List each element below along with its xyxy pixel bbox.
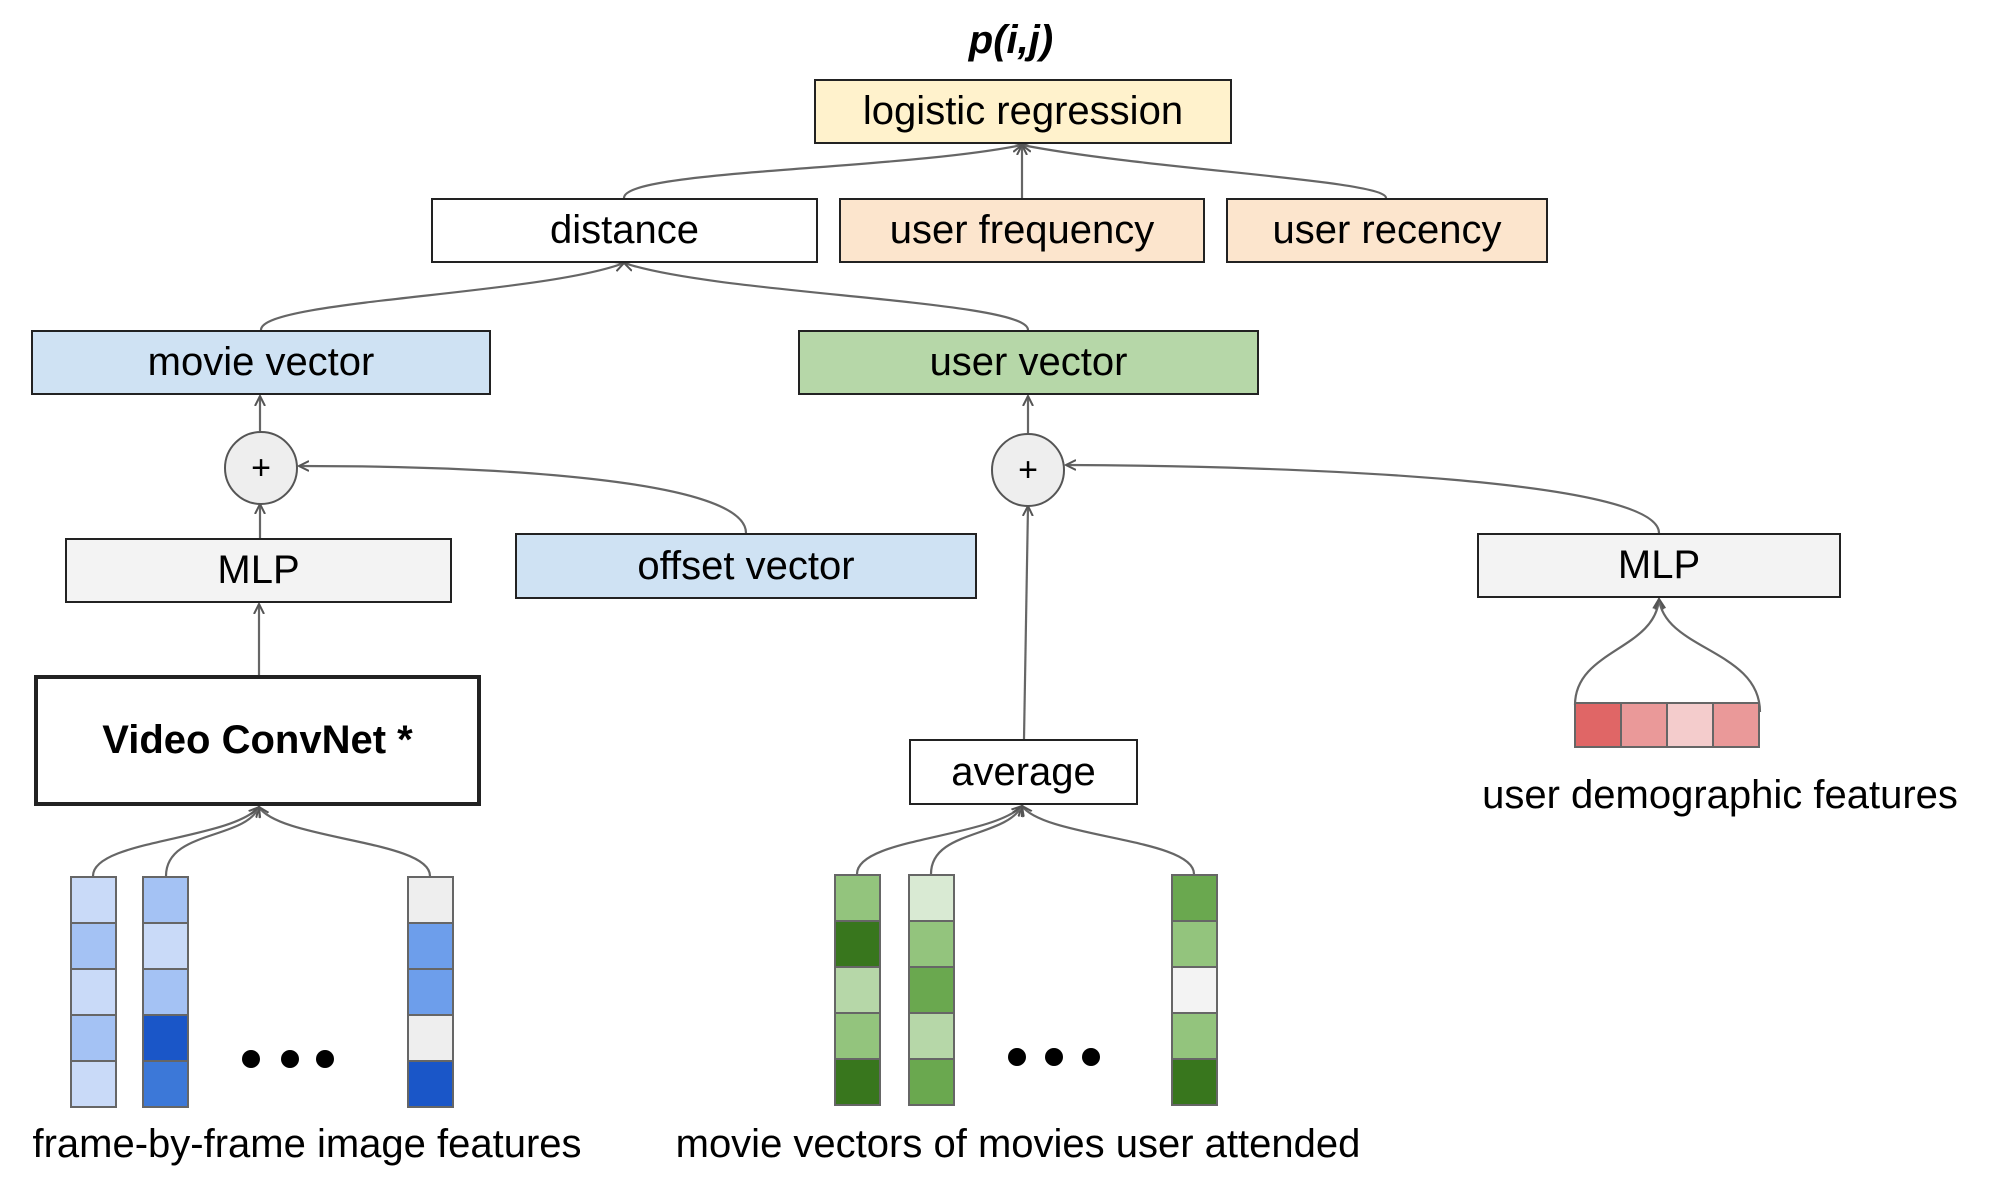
edge-mlp-right-to-plus-right: [1066, 465, 1661, 534]
logistic-regression-node: logistic regression: [814, 79, 1232, 144]
average-label: average: [951, 749, 1096, 794]
movie-vector-cell: [908, 1058, 955, 1106]
edge-movievec1-to-average: [855, 806, 1022, 875]
logistic-regression-label: logistic regression: [862, 89, 1184, 133]
movie-vector-cell: [1171, 920, 1218, 968]
edge-recency-to-logistic: [1022, 145, 1388, 199]
mlp-right-label: MLP: [1617, 543, 1701, 587]
movie-vector-cell: [1171, 874, 1218, 922]
offset-vector-node: offset vector: [515, 533, 977, 599]
frame-feature-cell: [407, 1014, 454, 1062]
movie-vectors-label: movie vectors of movies user attended: [675, 1122, 1361, 1166]
frame-feature-cell: [142, 1014, 189, 1062]
movie-vector-cell: [908, 920, 955, 968]
user-recency-label: user recency: [1272, 208, 1502, 252]
demographic-feature-cell: [1712, 702, 1760, 748]
sum-node-left: +: [224, 431, 298, 505]
frame-feature-cell: [142, 1060, 189, 1108]
edge-frame1-to-convnet: [91, 807, 259, 877]
frame-feature-cell: [142, 968, 189, 1016]
ellipsis-dot: [316, 1050, 334, 1068]
movie-vector-cell: [834, 874, 881, 922]
mlp-left-node: MLP: [65, 538, 452, 603]
video-convnet-label: Video ConvNet *: [102, 718, 413, 762]
demographic-feature-cell: [1666, 702, 1714, 748]
movie-vector-node: movie vector: [31, 330, 491, 395]
frame-feature-cell: [142, 876, 189, 924]
movie-vector-cell: [1171, 966, 1218, 1014]
ellipsis-dot: [1082, 1048, 1100, 1066]
edge-offset-to-plus-left: [299, 466, 748, 534]
movie-vector-cell: [834, 920, 881, 968]
user-frequency-node: user frequency: [839, 198, 1205, 263]
movie-vector-cell: [1171, 1058, 1218, 1106]
movie-vector-cell: [834, 1058, 881, 1106]
edge-movievec3-to-average: [1022, 806, 1196, 875]
movie-vector-cell: [834, 966, 881, 1014]
plus-icon: +: [251, 448, 271, 487]
edge-user-vector-to-distance: [624, 263, 1030, 331]
edge-frame3-to-convnet: [259, 807, 432, 877]
ellipsis-dot: [242, 1050, 260, 1068]
movie-vector-cell: [908, 1012, 955, 1060]
frame-feature-cell: [70, 968, 117, 1016]
sum-node-right: +: [991, 433, 1065, 507]
demographic-features-label: user demographic features: [1482, 773, 1958, 817]
frame-feature-cell: [407, 968, 454, 1016]
distance-node: distance: [431, 198, 818, 263]
average-node: average: [909, 739, 1138, 805]
frame-feature-cell: [70, 922, 117, 970]
user-recency-node: user recency: [1226, 198, 1548, 263]
plus-icon: +: [1018, 450, 1038, 489]
frame-feature-cell: [70, 876, 117, 924]
movie-vector-cell: [908, 874, 955, 922]
movie-vector-label: movie vector: [147, 340, 375, 384]
movie-vector-cell: [1171, 1012, 1218, 1060]
edge-demographic-left-to-mlp-right: [1573, 599, 1659, 706]
edge-demographic-right-to-mlp-right: [1659, 599, 1762, 713]
mlp-right-node: MLP: [1477, 533, 1841, 598]
ellipsis-dot: [281, 1050, 299, 1068]
ellipsis-dot: [1045, 1048, 1063, 1066]
frame-feature-cell: [142, 922, 189, 970]
frame-feature-cell: [407, 922, 454, 970]
edge-average-to-plus-right: [1024, 506, 1028, 740]
user-frequency-label: user frequency: [889, 208, 1155, 252]
frame-feature-cell: [70, 1060, 117, 1108]
offset-vector-label: offset vector: [637, 543, 855, 588]
edge-movie-vector-to-distance: [259, 263, 624, 331]
frame-features-label: frame-by-frame image features: [32, 1122, 582, 1166]
user-vector-label: user vector: [929, 340, 1128, 384]
user-vector-node: user vector: [798, 330, 1259, 395]
distance-label: distance: [550, 208, 699, 252]
video-convnet-node: Video ConvNet *: [34, 675, 481, 806]
movie-vector-cell: [834, 1012, 881, 1060]
demographic-feature-cell: [1620, 702, 1668, 748]
frame-feature-cell: [407, 876, 454, 924]
ellipsis-dot: [1008, 1048, 1026, 1066]
output-probability-label: p(i,j): [968, 18, 1054, 62]
frame-feature-cell: [407, 1060, 454, 1108]
edge-distance-to-logistic: [622, 145, 1022, 199]
mlp-left-label: MLP: [217, 548, 300, 592]
frame-feature-cell: [70, 1014, 117, 1062]
demographic-feature-cell: [1574, 702, 1622, 748]
movie-vector-cell: [908, 966, 955, 1014]
